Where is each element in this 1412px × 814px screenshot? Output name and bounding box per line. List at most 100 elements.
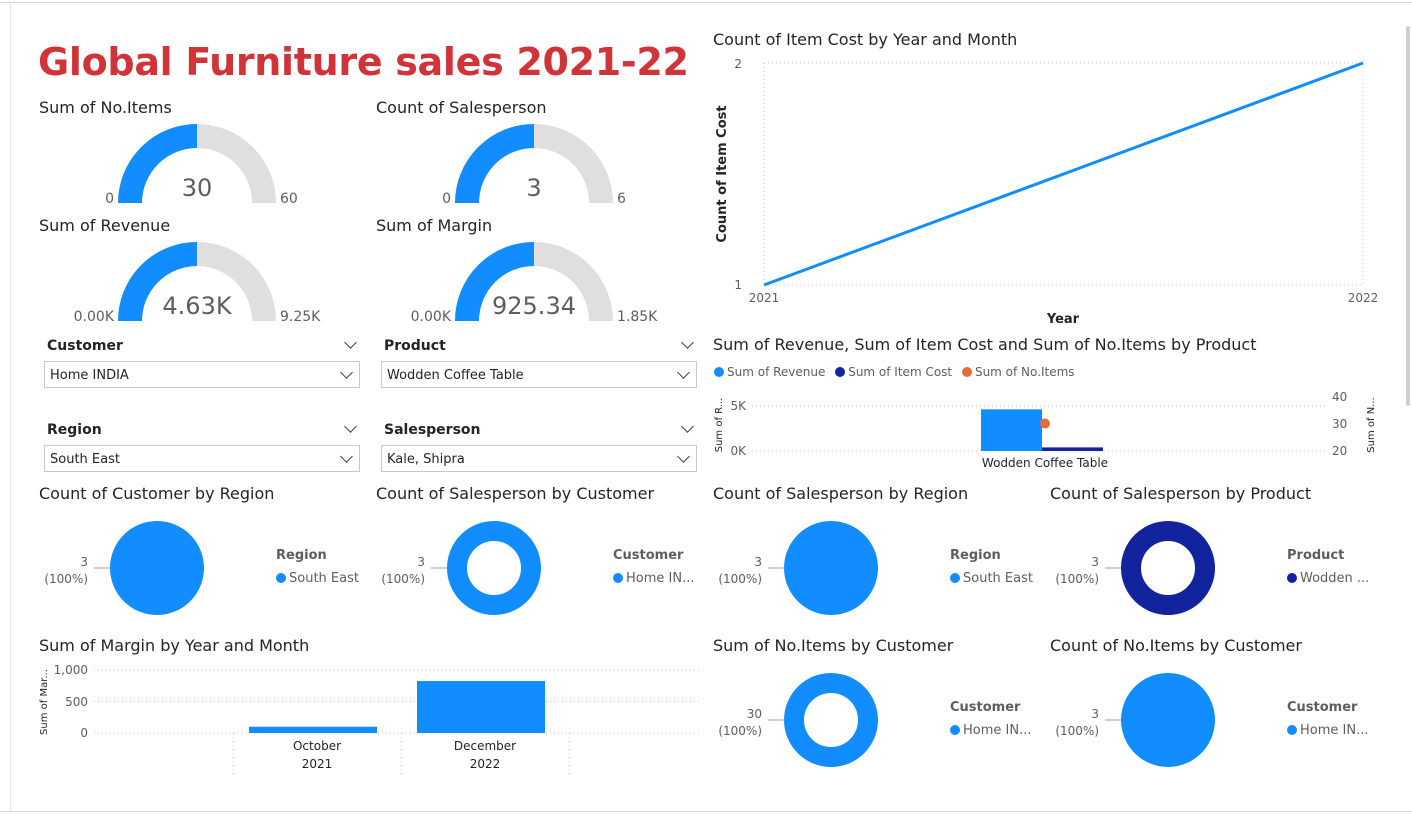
pie-slice[interactable] bbox=[1121, 673, 1215, 767]
chevron-down-icon bbox=[340, 366, 353, 379]
legend-item[interactable]: Home IN... bbox=[950, 723, 1031, 738]
pie-slice[interactable] bbox=[784, 521, 878, 615]
legend-item[interactable]: South East bbox=[276, 571, 359, 586]
gauge-value: 3 bbox=[526, 174, 541, 202]
gauge-max-label: 6 bbox=[617, 191, 626, 207]
legend-title: Region bbox=[276, 548, 327, 563]
x-year-label: 2022 bbox=[470, 757, 501, 771]
legend-label: Home IN... bbox=[1300, 723, 1369, 738]
chevron-down-icon bbox=[677, 366, 690, 379]
y-tick-label: 1,000 bbox=[54, 663, 88, 677]
legend-title: Customer bbox=[613, 548, 684, 563]
y-tick-label: 1 bbox=[734, 278, 742, 292]
y-right-tick: 30 bbox=[1332, 417, 1347, 431]
slicer-collapse-icon[interactable] bbox=[344, 336, 357, 349]
legend-title: Customer bbox=[950, 700, 1021, 715]
line-series[interactable] bbox=[763, 61, 1364, 287]
legend-title: Product bbox=[1287, 548, 1345, 563]
gauge-value: 30 bbox=[182, 174, 213, 202]
slicer-collapse-icon[interactable] bbox=[344, 420, 357, 433]
pie-svg: 3 (100%) bbox=[718, 521, 878, 615]
legend-label: Wodden ... bbox=[1300, 571, 1370, 586]
legend-dot-icon bbox=[950, 573, 960, 583]
dropdown-value: Home INDIA bbox=[50, 368, 129, 383]
frame-bottom-border bbox=[0, 811, 1412, 812]
y-right-axis-title: Sum of N... bbox=[1366, 397, 1377, 452]
pie-svg: 30 (100%) bbox=[718, 673, 878, 767]
slicer-collapse-icon[interactable] bbox=[681, 420, 694, 433]
pie-customer-by-region: Count of Customer by Region 3 (100%) Region… bbox=[36, 482, 366, 622]
gauge-min-label: 0 bbox=[105, 191, 114, 207]
region-dropdown[interactable]: South East bbox=[44, 445, 360, 472]
x-axis-title: Year bbox=[1046, 312, 1080, 327]
y-left-axis-title: Sum of R... bbox=[714, 398, 725, 453]
page-title: Global Furniture sales 2021-22 bbox=[38, 40, 689, 84]
bar-chart-margin: Sum of Margin by Year and Month 1,000 50… bbox=[36, 634, 706, 779]
data-label-percent: (100%) bbox=[44, 572, 88, 586]
legend-item[interactable]: Home IN... bbox=[1287, 723, 1368, 738]
gauge-chart: 30 0 60 bbox=[105, 124, 298, 207]
legend-dot-icon bbox=[950, 725, 960, 735]
legend-title: Region bbox=[950, 548, 1001, 563]
gauge-chart: 3 0 6 bbox=[442, 124, 626, 207]
line-chart-svg: 2 1 2021 2022 Year Count of Item Cost bbox=[715, 57, 1379, 327]
slicer-region: Region South East bbox=[44, 418, 360, 476]
slicer-salesperson: Salesperson Kale, Shipra bbox=[381, 418, 697, 476]
y-left-tick: 0K bbox=[730, 444, 747, 458]
donut-items-by-customer: Sum of No.Items by Customer 30 (100%) Custo… bbox=[710, 634, 1040, 774]
data-label-value: 3 bbox=[754, 555, 762, 569]
dropdown-value: South East bbox=[50, 452, 120, 467]
combo-chart-svg: 5K 0K 40 30 20 Sum of R... Sum of N... W… bbox=[714, 390, 1377, 470]
y-tick-label: 0 bbox=[80, 726, 88, 740]
slicer-title: Product bbox=[384, 338, 446, 354]
legend-label: South East bbox=[963, 571, 1033, 586]
point-no-items[interactable] bbox=[1040, 418, 1050, 429]
slicer-title: Region bbox=[47, 422, 102, 438]
bar-item-cost[interactable] bbox=[1042, 447, 1103, 451]
pie-slice[interactable] bbox=[110, 521, 204, 615]
gauge-chart: 4.63K 0.00K 9.25K bbox=[74, 242, 321, 325]
product-dropdown[interactable]: Wodden Coffee Table bbox=[381, 361, 697, 388]
donut-slice[interactable] bbox=[784, 673, 878, 767]
data-label-percent: (100%) bbox=[1055, 572, 1099, 586]
legend-item[interactable]: Wodden ... bbox=[1287, 571, 1369, 586]
legend-dot-icon bbox=[276, 573, 286, 583]
y-right-tick: 40 bbox=[1332, 390, 1347, 404]
donut-slice[interactable] bbox=[447, 521, 541, 615]
gauge-min-label: 0.00K bbox=[74, 309, 115, 325]
x-tick-label: 2022 bbox=[1348, 291, 1379, 305]
chevron-down-icon bbox=[677, 450, 690, 463]
legend-item[interactable]: South East bbox=[950, 571, 1033, 586]
data-label-percent: (100%) bbox=[1055, 724, 1099, 738]
frame-left-border bbox=[10, 2, 11, 812]
gauge-sum-margin: Sum of Margin 925.34 0.00K 1.85K bbox=[373, 214, 693, 329]
gauge-sum-revenue: Sum of Revenue 4.63K 0.00K 9.25K bbox=[36, 214, 356, 329]
legend-item[interactable]: Home IN... bbox=[613, 571, 694, 586]
frame-top-border bbox=[0, 2, 1412, 3]
x-category-label: Wodden Coffee Table bbox=[982, 456, 1108, 470]
gauge-count-salesperson: Count of Salesperson 306 bbox=[373, 96, 693, 211]
customer-dropdown[interactable]: Home INDIA bbox=[44, 361, 360, 388]
gauge-min-label: 0.00K bbox=[411, 309, 452, 325]
y-tick-label: 500 bbox=[65, 695, 88, 709]
x-tick-label: 2021 bbox=[749, 291, 780, 305]
y-right-tick: 20 bbox=[1332, 444, 1347, 458]
margin-bar[interactable] bbox=[249, 726, 377, 733]
gauge-chart: 925.34 0.00K 1.85K bbox=[411, 242, 658, 325]
x-year-label: 2021 bbox=[302, 757, 333, 771]
data-label-percent: (100%) bbox=[381, 572, 425, 586]
y-axis-title: Count of Item Cost bbox=[715, 105, 730, 242]
margin-bar[interactable] bbox=[417, 681, 545, 733]
legend-label: Home IN... bbox=[963, 723, 1032, 738]
slicer-title: Customer bbox=[47, 338, 123, 354]
donut-salesperson-by-customer: Count of Salesperson by Customer 3 (100%) C… bbox=[373, 482, 703, 622]
salesperson-dropdown[interactable]: Kale, Shipra bbox=[381, 445, 697, 472]
vertical-scrollbar[interactable] bbox=[1406, 26, 1410, 406]
x-month-label: December bbox=[454, 739, 516, 753]
slicer-collapse-icon[interactable] bbox=[681, 336, 694, 349]
data-label-value: 3 bbox=[1091, 555, 1099, 569]
donut-salesperson-by-product: Count of Salesperson by Product 3 (100%) Pr… bbox=[1047, 482, 1387, 622]
bar-revenue[interactable] bbox=[981, 409, 1042, 451]
slicer-title: Salesperson bbox=[384, 422, 481, 438]
donut-slice[interactable] bbox=[1121, 521, 1215, 615]
